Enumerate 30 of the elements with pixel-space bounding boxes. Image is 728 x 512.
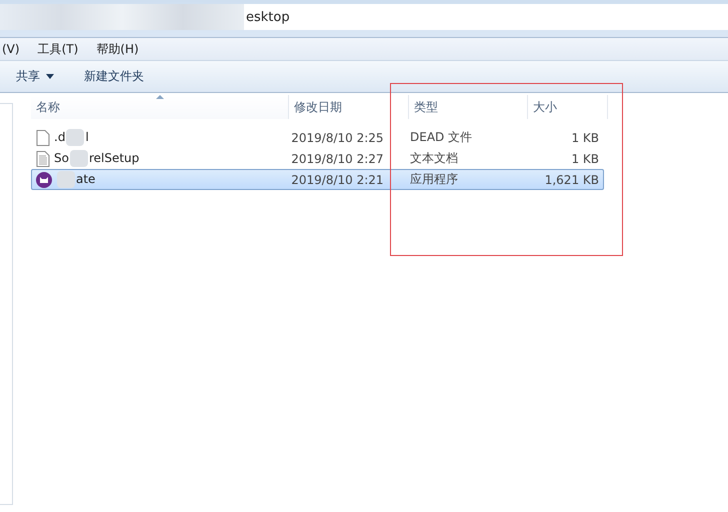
- caret-icon: [46, 74, 54, 79]
- file-name: So relSetup: [54, 150, 140, 167]
- table-cell-text: 1 KB: [570, 130, 600, 144]
- table-cell-text: 2019/8/10 2:25: [290, 130, 385, 144]
- address-bar[interactable]: esktop: [0, 4, 728, 30]
- file-icon: [36, 130, 50, 146]
- menu-item[interactable]: 帮助(H): [94, 40, 141, 58]
- table-cell-text: 2019/8/10 2:21: [290, 172, 385, 186]
- menu-item[interactable]: 工具(T): [36, 40, 80, 58]
- column-header[interactable]: 名称: [31, 95, 289, 119]
- file-row[interactable]: So relSetup 2019/8/10 2:27 文本文档 1 KB: [31, 148, 604, 169]
- table-cell-text: 应用程序: [409, 171, 460, 188]
- file-row[interactable]: .d l 2019/8/10 2:25 DEAD 文件 1 KB: [31, 127, 604, 148]
- sort-arrow-icon: [156, 95, 164, 99]
- cat-icon: [36, 172, 52, 188]
- column-header[interactable]: 修改日期: [289, 95, 409, 119]
- file-name: .d l: [54, 129, 89, 146]
- column-header[interactable]: 大小: [528, 95, 608, 119]
- toolbar-button[interactable]: 新建文件夹: [78, 66, 150, 87]
- file-row[interactable]: ate 2019/8/10 2:21 应用程序 1,621 KB: [31, 169, 604, 190]
- text-file-icon: [36, 150, 50, 166]
- table-cell-text: 文本文档: [409, 150, 460, 167]
- table-cell-text: 1 KB: [570, 152, 600, 166]
- column-header[interactable]: 类型: [409, 95, 528, 119]
- table-cell-text: 1,621 KB: [544, 172, 600, 186]
- file-name: ate: [56, 171, 96, 188]
- menu-item[interactable]: (V): [0, 42, 22, 56]
- table-cell-text: DEAD 文件: [409, 129, 474, 146]
- toolbar-button[interactable]: 共享: [10, 66, 60, 87]
- table-cell-text: 2019/8/10 2:27: [290, 152, 385, 166]
